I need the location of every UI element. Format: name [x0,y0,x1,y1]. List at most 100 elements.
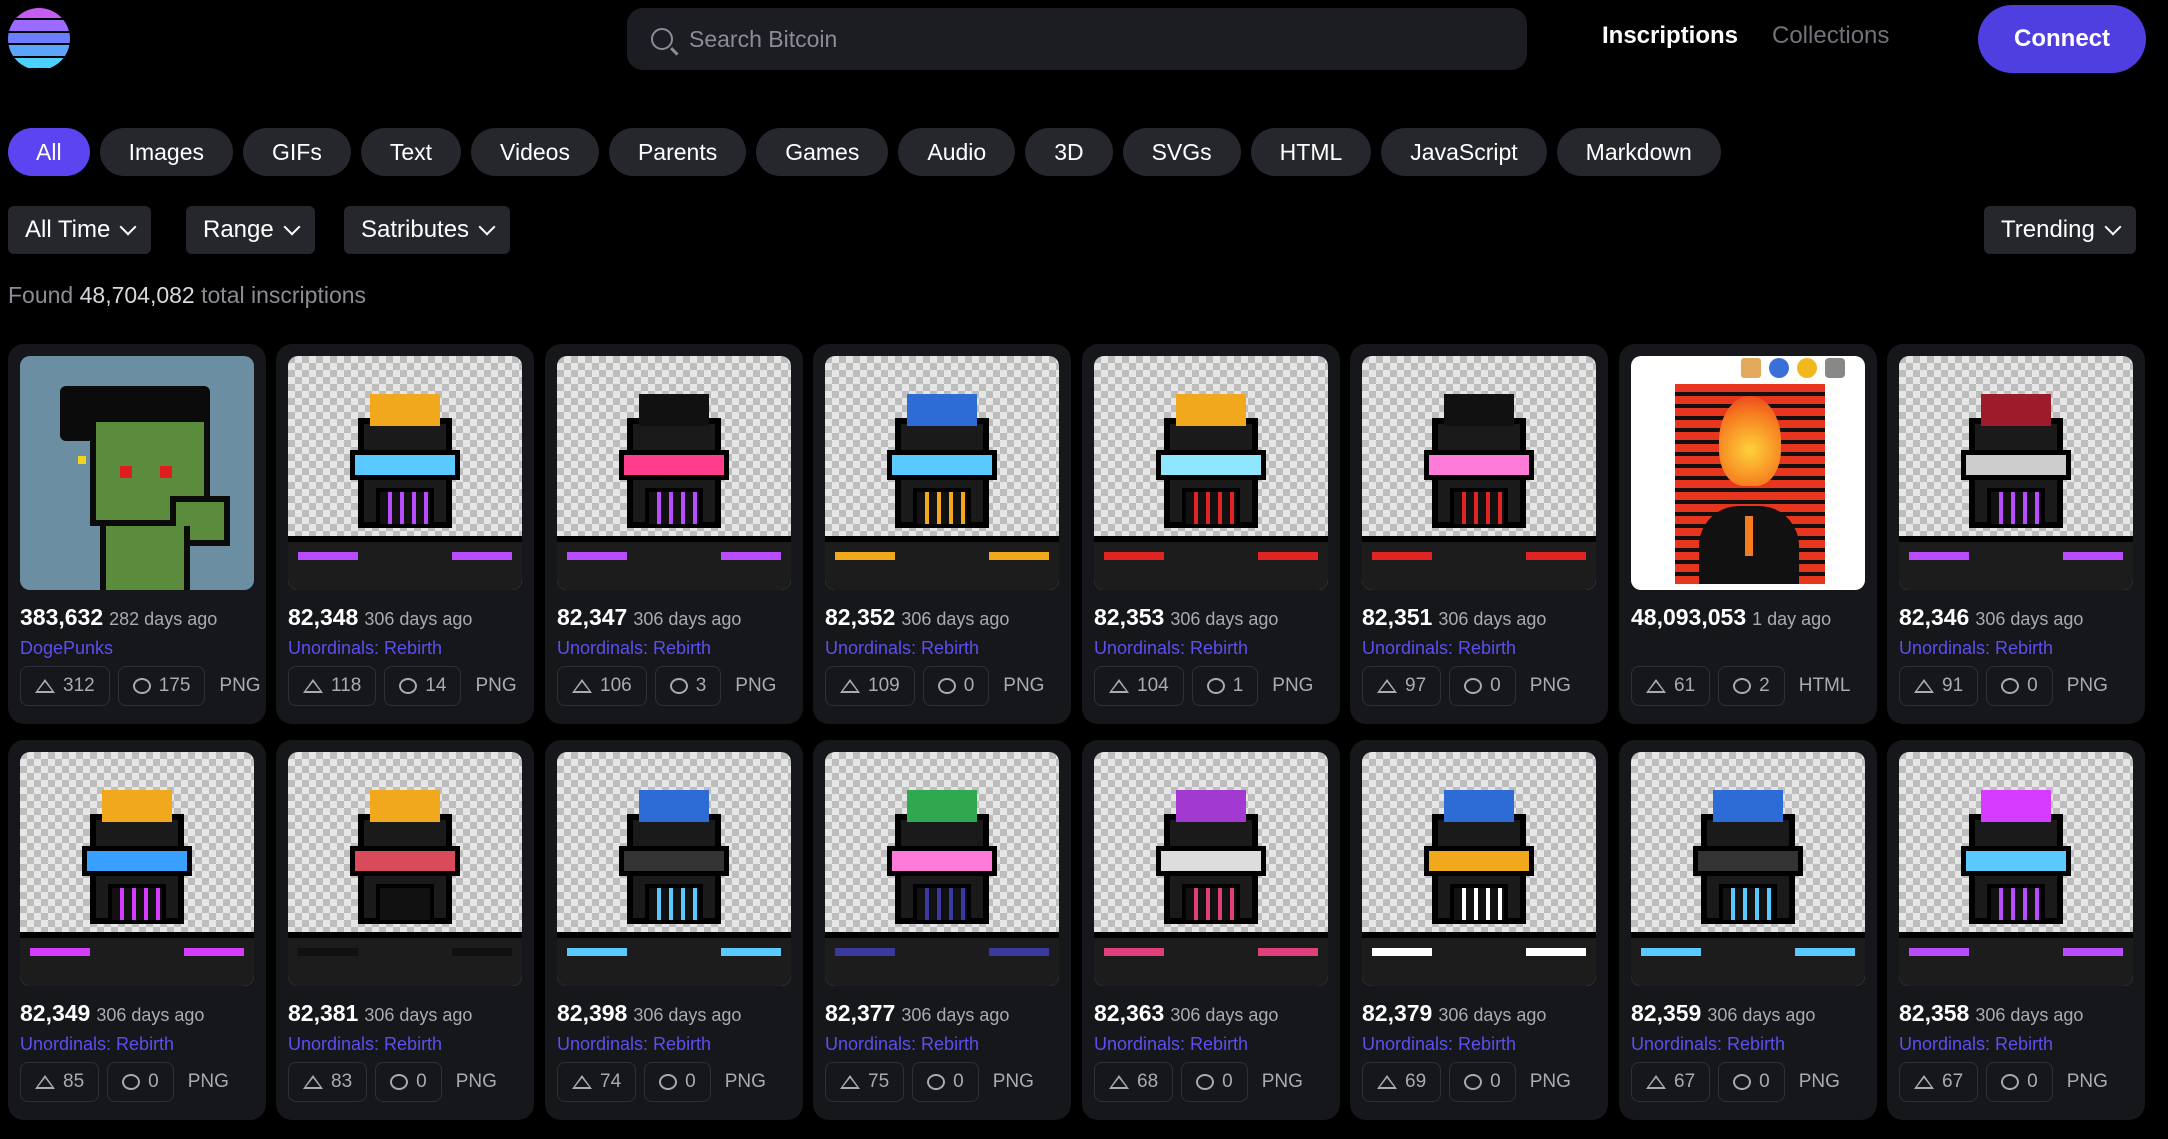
connect-button[interactable]: Connect [1978,5,2146,73]
logo[interactable] [8,8,70,70]
comments-button[interactable]: 175 [117,666,206,706]
comments-button[interactable]: 2 [1718,666,1785,706]
comments-button[interactable]: 0 [1449,666,1516,706]
search-bar[interactable] [627,8,1527,70]
inscription-card[interactable]: 82,346 306 days ago Unordinals: Rebirth 91 0… [1887,344,2145,724]
comments-button[interactable]: 0 [644,1062,711,1102]
comments-button[interactable]: 1 [1191,666,1259,706]
collection-link[interactable]: DogePunks [20,638,113,659]
comments-button[interactable]: 3 [654,666,722,706]
upvote-button[interactable]: 118 [288,666,377,706]
inscription-card[interactable]: 82,377 306 days ago Unordinals: Rebirth 75 0… [813,740,1071,1120]
upvote-button[interactable]: 68 [1094,1062,1174,1102]
comments-button[interactable]: 0 [1986,666,2053,706]
inscription-card[interactable]: 82,358 306 days ago Unordinals: Rebirth 67 0… [1887,740,2145,1120]
collection-link[interactable]: Unordinals: Rebirth [557,638,711,659]
collection-link[interactable]: Unordinals: Rebirth [1094,638,1248,659]
inscription-number[interactable]: 82,353 306 days ago [1094,604,1278,631]
inscription-number[interactable]: 82,377 306 days ago [825,1000,1009,1027]
inscription-card[interactable]: 383,632 282 days ago DogePunks 312 175 PNG [8,344,266,724]
inscription-image[interactable] [825,356,1059,590]
inscription-card[interactable]: 82,359 306 days ago Unordinals: Rebirth 67 0… [1619,740,1877,1120]
inscription-image[interactable] [1362,752,1596,986]
inscription-image[interactable] [288,356,522,590]
inscription-number[interactable]: 82,363 306 days ago [1094,1000,1278,1027]
collection-link[interactable]: Unordinals: Rebirth [288,1034,442,1055]
inscription-image[interactable] [1094,752,1328,986]
inscription-card[interactable]: 82,351 306 days ago Unordinals: Rebirth 97 0… [1350,344,1608,724]
inscription-card[interactable]: 82,379 306 days ago Unordinals: Rebirth 69 0… [1350,740,1608,1120]
inscription-image[interactable] [557,356,791,590]
comments-button[interactable]: 0 [912,1062,979,1102]
upvote-button[interactable]: 83 [288,1062,368,1102]
filter-chip-3d[interactable]: 3D [1025,128,1113,176]
satributes-dropdown[interactable]: Satributes [344,206,511,254]
filter-chip-all[interactable]: All [8,128,90,176]
inscription-number[interactable]: 82,348 306 days ago [288,604,472,631]
comments-button[interactable]: 0 [1986,1062,2053,1102]
upvote-button[interactable]: 106 [557,666,647,706]
collection-link[interactable]: Unordinals: Rebirth [1631,1034,1785,1055]
collection-link[interactable]: Unordinals: Rebirth [1362,1034,1516,1055]
filter-chip-text[interactable]: Text [360,128,462,176]
collection-link[interactable]: Unordinals: Rebirth [557,1034,711,1055]
inscription-number[interactable]: 82,351 306 days ago [1362,604,1546,631]
comments-button[interactable]: 0 [1449,1062,1516,1102]
filter-chip-images[interactable]: Images [99,128,233,176]
nav-collections[interactable]: Collections [1772,22,1889,50]
collection-link[interactable]: Unordinals: Rebirth [1899,638,2053,659]
range-dropdown[interactable]: Range [186,206,315,254]
inscription-image[interactable] [1094,356,1328,590]
inscription-image[interactable] [825,752,1059,986]
upvote-button[interactable]: 91 [1899,666,1979,706]
inscription-number[interactable]: 82,398 306 days ago [557,1000,741,1027]
inscription-image[interactable] [557,752,791,986]
filter-chip-videos[interactable]: Videos [471,128,599,176]
comments-button[interactable]: 0 [1718,1062,1785,1102]
inscription-number[interactable]: 82,352 306 days ago [825,604,1009,631]
inscription-card[interactable]: 48,093,053 1 day ago 61 2 HTML [1619,344,1877,724]
inscription-image[interactable] [20,752,254,986]
inscription-number[interactable]: 82,359 306 days ago [1631,1000,1815,1027]
inscription-number[interactable]: 82,358 306 days ago [1899,1000,2083,1027]
filter-chip-audio[interactable]: Audio [898,128,1016,176]
upvote-button[interactable]: 104 [1094,666,1184,706]
filter-chip-html[interactable]: HTML [1250,128,1372,176]
inscription-card[interactable]: 82,349 306 days ago Unordinals: Rebirth 85 0… [8,740,266,1120]
nav-inscriptions[interactable]: Inscriptions [1602,22,1738,50]
inscription-card[interactable]: 82,352 306 days ago Unordinals: Rebirth 109… [813,344,1071,724]
collection-link[interactable]: Unordinals: Rebirth [1899,1034,2053,1055]
comments-button[interactable]: 0 [1181,1062,1248,1102]
inscription-image[interactable] [1899,752,2133,986]
inscription-image[interactable] [1631,356,1865,590]
upvote-button[interactable]: 85 [20,1062,100,1102]
inscription-card[interactable]: 82,348 306 days ago Unordinals: Rebirth 118… [276,344,534,724]
inscription-card[interactable]: 82,363 306 days ago Unordinals: Rebirth 68 0… [1082,740,1340,1120]
inscription-number[interactable]: 383,632 282 days ago [20,604,217,631]
inscription-number[interactable]: 82,349 306 days ago [20,1000,204,1027]
collection-link[interactable]: Unordinals: Rebirth [825,1034,979,1055]
inscription-card[interactable]: 82,381 306 days ago Unordinals: Rebirth 83 0… [276,740,534,1120]
upvote-button[interactable]: 109 [825,666,915,706]
comments-button[interactable]: 0 [922,666,990,706]
inscription-number[interactable]: 82,347 306 days ago [557,604,741,631]
upvote-button[interactable]: 74 [557,1062,637,1102]
upvote-button[interactable]: 75 [825,1062,905,1102]
upvote-button[interactable]: 97 [1362,666,1442,706]
collection-link[interactable]: Unordinals: Rebirth [825,638,979,659]
filter-chip-svgs[interactable]: SVGs [1122,128,1241,176]
inscription-number[interactable]: 82,381 306 days ago [288,1000,472,1027]
inscription-image[interactable] [1899,356,2133,590]
filter-chip-gifs[interactable]: GIFs [243,128,351,176]
inscription-number[interactable]: 82,379 306 days ago [1362,1000,1546,1027]
filter-chip-parents[interactable]: Parents [608,128,747,176]
collection-link[interactable]: Unordinals: Rebirth [288,638,442,659]
upvote-button[interactable]: 69 [1362,1062,1442,1102]
upvote-button[interactable]: 67 [1631,1062,1711,1102]
inscription-number[interactable]: 82,346 306 days ago [1899,604,2083,631]
sort-dropdown[interactable]: Trending [1984,206,2136,254]
comments-button[interactable]: 14 [384,666,462,706]
collection-link[interactable]: Unordinals: Rebirth [1094,1034,1248,1055]
search-input[interactable] [689,25,1489,53]
inscription-card[interactable]: 82,398 306 days ago Unordinals: Rebirth 74 0… [545,740,803,1120]
